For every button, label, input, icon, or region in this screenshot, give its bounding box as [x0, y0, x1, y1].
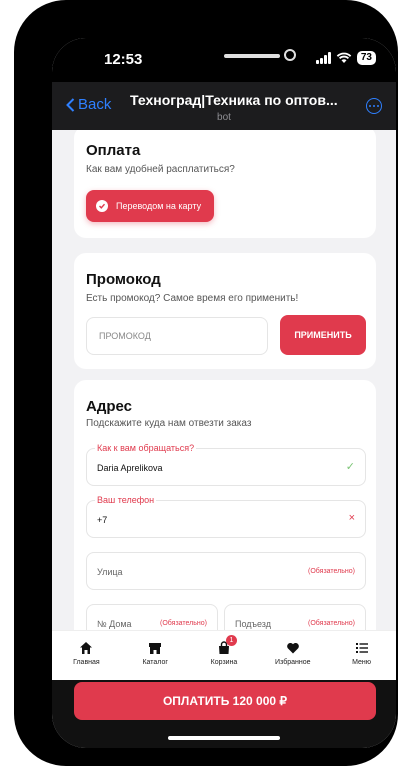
payment-option-card-transfer[interactable]: Переводом на карту [86, 190, 214, 222]
back-button[interactable]: Back [66, 96, 111, 113]
payment-subtitle: Как вам удобней расплатиться? [86, 164, 235, 175]
status-icons: 73 [315, 51, 376, 65]
check-icon: ✓ [345, 461, 355, 473]
tab-label: Главная [73, 659, 100, 666]
tab-label: Меню [352, 659, 372, 666]
phone-field[interactable]: Ваш телефон +7 × [86, 495, 366, 538]
entrance-field[interactable]: Подъезд (Обязательно) [224, 604, 366, 630]
tab-favorites[interactable]: Избранное [258, 631, 327, 681]
bottom-area: ОПЛАТИТЬ 120 000 ₽ [52, 680, 396, 748]
screen: 12:53 73 Back Техноград|Техника по оптов… [52, 38, 396, 748]
tab-label: Корзина [210, 659, 238, 666]
tab-label: Каталог [142, 659, 168, 666]
name-field[interactable]: Как к вам обращаться? Daria Aprelikova ✓ [86, 443, 366, 486]
promo-subtitle: Есть промокод? Самое время его применить… [86, 293, 299, 304]
nav-bar: Back Техноград|Техника по оптов... bot [52, 82, 396, 130]
signal-icon [315, 52, 331, 64]
back-label: Back [78, 96, 112, 113]
street-field[interactable]: Улица (Обязательно) [86, 552, 366, 590]
clear-icon[interactable]: × [349, 512, 355, 524]
tab-cart[interactable]: 1 Корзина [190, 631, 259, 681]
promo-input[interactable] [86, 317, 268, 355]
phone-field-value: +7 [97, 515, 108, 525]
house-field[interactable]: № Дома (Обязательно) [86, 604, 218, 630]
nav-subtitle: bot [217, 112, 231, 123]
apply-promo-button[interactable]: ПРИМЕНИТЬ [280, 315, 366, 355]
chevron-left-icon [66, 97, 75, 112]
tab-label: Избранное [275, 659, 311, 666]
payment-title: Оплата [86, 142, 141, 159]
address-subtitle: Подскажите куда нам отвезти заказ [86, 418, 252, 429]
street-required: (Обязательно) [308, 568, 355, 575]
pay-button[interactable]: ОПЛАТИТЬ 120 000 ₽ [74, 682, 376, 720]
status-time: 12:53 [104, 51, 143, 68]
tab-catalog[interactable]: Каталог [121, 631, 190, 681]
battery-icon: 73 [356, 51, 376, 65]
more-icon[interactable] [366, 98, 382, 114]
entrance-required: (Обязательно) [308, 620, 355, 627]
heart-icon [286, 643, 299, 654]
home-indicator[interactable] [168, 736, 280, 740]
address-card: Адрес Подскажите куда нам отвезти заказ … [74, 380, 376, 630]
house-required: (Обязательно) [160, 620, 207, 627]
address-title: Адрес [86, 398, 133, 415]
home-icon [80, 642, 93, 654]
phone-frame: 12:53 73 Back Техноград|Техника по оптов… [14, 0, 398, 766]
promo-card: Промокод Есть промокод? Самое время его … [74, 253, 376, 369]
nav-title: Техноград|Техника по оптов... [130, 92, 338, 108]
checkout-content[interactable]: Оплата Как вам удобней расплатиться? Пер… [52, 130, 396, 630]
name-field-label: Как к вам обращаться? [95, 443, 197, 453]
entrance-placeholder: Подъезд [235, 619, 271, 629]
status-bar: 12:53 73 [52, 38, 396, 82]
street-placeholder: Улица [97, 567, 123, 577]
promo-title: Промокод [86, 271, 161, 288]
store-icon [149, 643, 162, 654]
check-icon [96, 200, 108, 212]
wifi-icon [336, 52, 352, 63]
tab-bar: Главная Каталог 1 Корзина Избранное Меню [52, 630, 396, 681]
name-field-value: Daria Aprelikova [97, 463, 163, 473]
tab-home[interactable]: Главная [52, 631, 121, 681]
cart-badge: 1 [225, 635, 237, 646]
dynamic-island [224, 46, 304, 66]
tab-menu[interactable]: Меню [327, 631, 396, 681]
menu-icon [355, 643, 368, 653]
house-placeholder: № Дома [97, 619, 132, 629]
payment-option-label: Переводом на карту [116, 201, 202, 211]
payment-card: Оплата Как вам удобней расплатиться? Пер… [74, 130, 376, 238]
phone-field-label: Ваш телефон [95, 495, 157, 505]
